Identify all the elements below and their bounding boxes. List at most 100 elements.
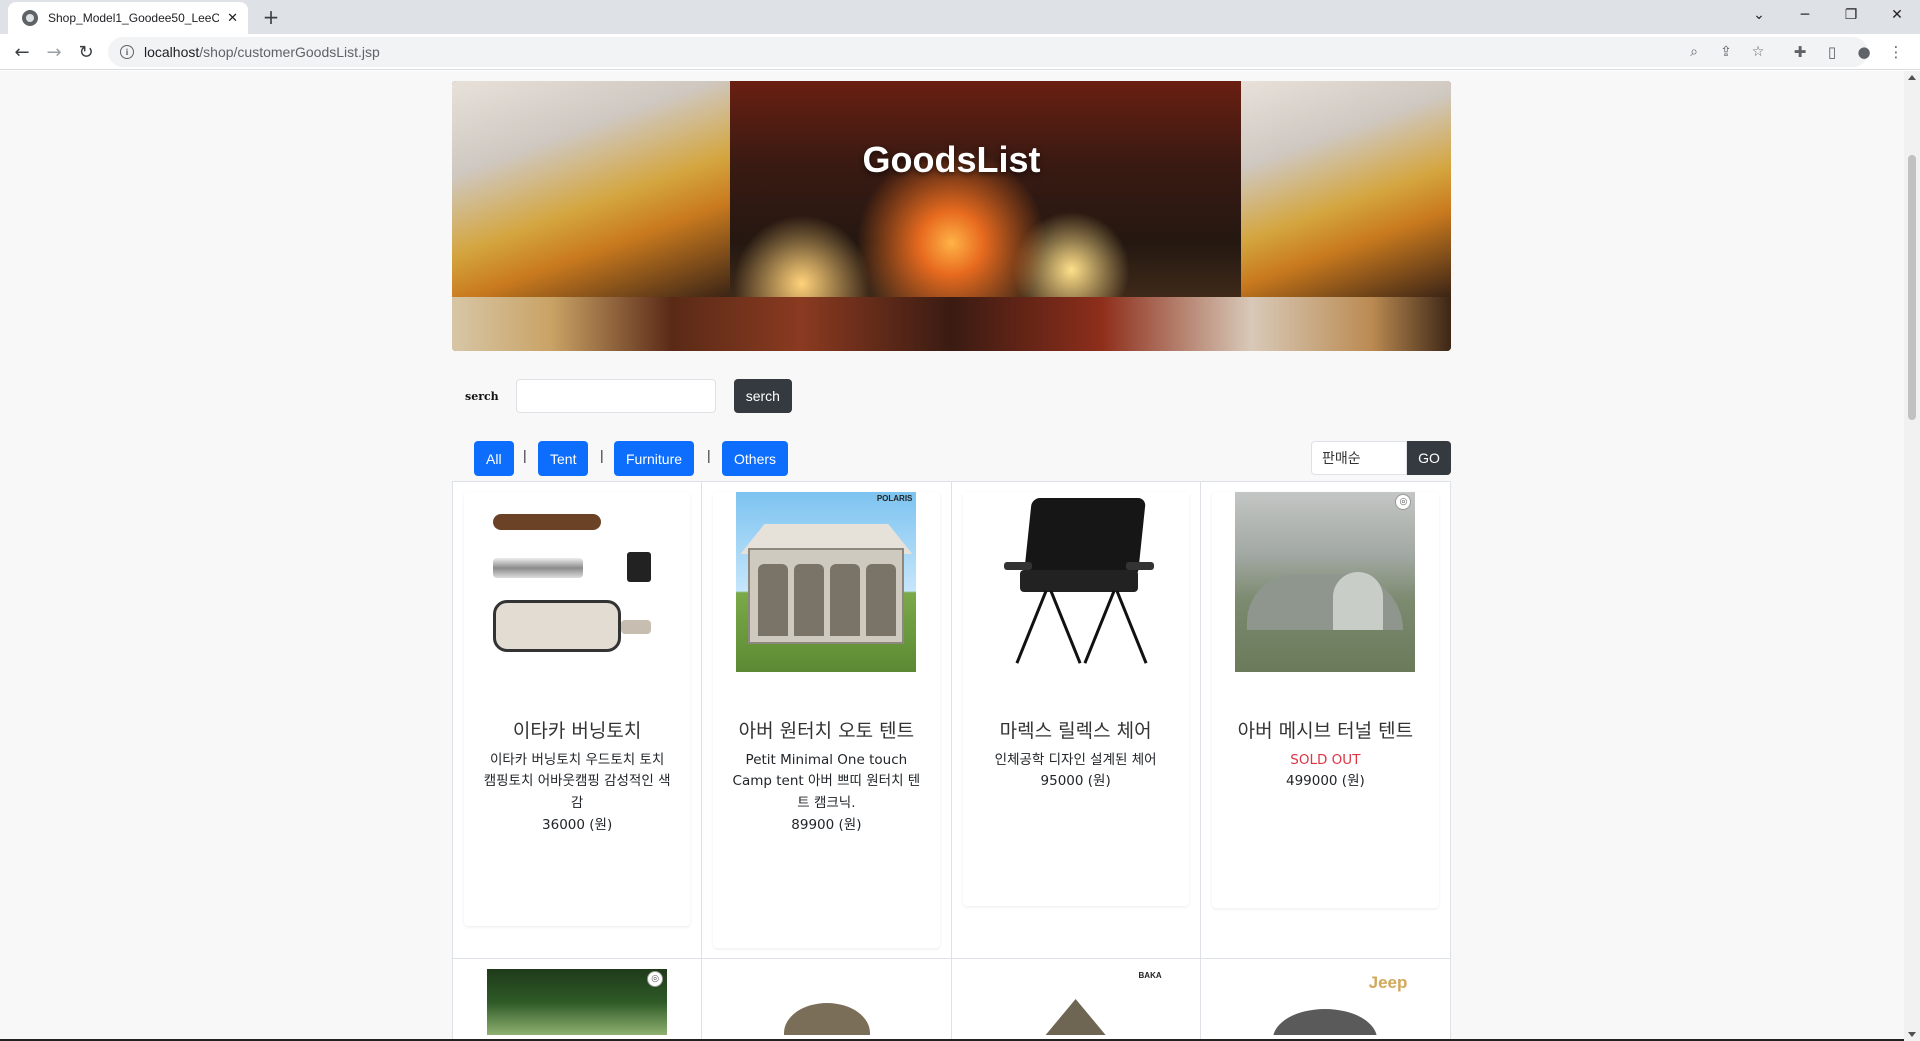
goods-description: 인체공학 디자인 설계된 체어 bbox=[994, 751, 1157, 768]
reload-icon[interactable]: ↻ bbox=[72, 38, 100, 66]
brand-logo: BAKA bbox=[1138, 971, 1162, 980]
page-title: GoodsList bbox=[862, 139, 1041, 180]
goods-price: 89900 (원) bbox=[791, 817, 862, 834]
category-separator: | bbox=[523, 447, 527, 463]
goods-description: Petit Minimal One touch Camp tent 아버 쁘띠 … bbox=[732, 751, 921, 812]
category-separator: | bbox=[707, 447, 711, 463]
new-tab-button[interactable]: + bbox=[258, 4, 284, 30]
goods-image[interactable]: ◎ bbox=[487, 969, 668, 1035]
soldout-label: SOLD OUT bbox=[1290, 751, 1361, 768]
tab-search-icon[interactable]: ⌄ bbox=[1736, 0, 1782, 30]
scroll-up-icon[interactable] bbox=[1908, 75, 1916, 80]
goods-price: 36000 (원) bbox=[542, 817, 613, 834]
share-icon[interactable]: ⇪ bbox=[1716, 42, 1736, 62]
goods-image[interactable] bbox=[487, 492, 667, 672]
scroll-down-icon[interactable] bbox=[1908, 1032, 1916, 1037]
side-panel-icon[interactable]: ▯ bbox=[1822, 42, 1842, 62]
minimize-icon[interactable]: ─ bbox=[1782, 0, 1828, 30]
goods-cell: POLARIS 아버 원터치 오토 텐트 Petit Minimal One t… bbox=[702, 482, 952, 958]
extensions-icon[interactable]: ✚ bbox=[1790, 42, 1810, 62]
search-input[interactable] bbox=[515, 379, 716, 413]
vertical-scrollbar[interactable] bbox=[1904, 71, 1920, 1041]
search-button[interactable]: serch bbox=[733, 379, 792, 413]
goods-image[interactable]: ◎ bbox=[1235, 492, 1416, 672]
goods-grid: 이타카 버닝토치 이타카 버닝토치 우드토치 토치 캠핑토치 어바웃캠핑 감성적… bbox=[452, 481, 1451, 1041]
sort-form: 판매순 GO bbox=[1311, 441, 1451, 475]
goods-name[interactable]: 아버 메시브 터널 텐트 bbox=[1220, 720, 1431, 744]
page-container: GoodsList serch serch All | Tent | Furni… bbox=[452, 81, 1451, 1041]
search-label: serch bbox=[465, 389, 499, 403]
forward-icon[interactable]: → bbox=[40, 38, 68, 66]
goods-image[interactable]: BAKA bbox=[986, 969, 1166, 1035]
tent-window-shape bbox=[758, 564, 789, 636]
torch-head-shape bbox=[627, 552, 652, 582]
restore-icon[interactable]: ❐ bbox=[1828, 0, 1874, 30]
site-info-icon[interactable]: i bbox=[120, 45, 134, 59]
goods-row: 이타카 버닝토치 이타카 버닝토치 우드토치 토치 캠핑토치 어바웃캠핑 감성적… bbox=[453, 482, 1450, 959]
chair-arm-shape bbox=[1003, 562, 1032, 570]
chair-leg-shape bbox=[1015, 590, 1048, 664]
torch-case-shape bbox=[493, 600, 622, 652]
banner-tent-left bbox=[452, 81, 730, 297]
address-bar[interactable]: i localhost/shop/customerGoodsList.jsp ⌕… bbox=[108, 37, 1868, 67]
goods-name[interactable]: 이타카 버닝토치 bbox=[472, 720, 682, 744]
category-all-button[interactable]: All bbox=[474, 441, 514, 476]
category-separator: | bbox=[600, 447, 604, 463]
brand-logo: POLARIS bbox=[876, 494, 913, 503]
torch-strap-shape bbox=[621, 620, 652, 634]
goods-name[interactable]: 마렉스 릴렉스 체어 bbox=[971, 720, 1181, 744]
goods-row: ◎ BAKA Jeep bbox=[453, 959, 1450, 1041]
goods-card[interactable]: 마렉스 릴렉스 체어 인체공학 디자인 설계된 체어 95000 (원) bbox=[962, 492, 1189, 906]
search-form: serch serch bbox=[452, 379, 792, 413]
chair-seat-shape bbox=[1019, 570, 1138, 592]
zoom-icon[interactable]: ⌕ bbox=[1684, 42, 1704, 62]
goods-cell: 이타카 버닝토치 이타카 버닝토치 우드토치 토치 캠핑토치 어바웃캠핑 감성적… bbox=[453, 482, 703, 958]
banner-strip bbox=[452, 297, 1451, 351]
tent-window-shape bbox=[866, 564, 897, 636]
scrollbar-thumb[interactable] bbox=[1908, 155, 1916, 420]
category-tent-button[interactable]: Tent bbox=[538, 441, 589, 476]
goods-cell: ◎ 아버 메시브 터널 텐트 SOLD OUT 499000 (원) bbox=[1201, 482, 1450, 958]
torch-barrel-shape bbox=[493, 558, 584, 578]
dome-tent-shape bbox=[784, 1003, 871, 1035]
torch-handle-shape bbox=[493, 514, 602, 530]
goods-image[interactable] bbox=[986, 492, 1166, 672]
brand-badge-icon: ◎ bbox=[647, 971, 664, 987]
sort-select[interactable]: 판매순 bbox=[1311, 441, 1407, 475]
tunnel-tent-highlight bbox=[1333, 572, 1384, 630]
back-icon[interactable]: ← bbox=[8, 38, 36, 66]
tab-title: Shop_Model1_Goodee50_LeeCh bbox=[48, 11, 220, 25]
goods-cell bbox=[702, 959, 952, 1041]
pyramid-tent-shape bbox=[1025, 999, 1126, 1035]
goods-image[interactable]: POLARIS bbox=[736, 492, 917, 672]
goods-card[interactable]: POLARIS 아버 원터치 오토 텐트 Petit Minimal One t… bbox=[713, 492, 940, 948]
tent-window-shape bbox=[830, 564, 861, 636]
browser-toolbar: ← → ↻ i localhost/shop/customerGoodsList… bbox=[0, 34, 1920, 70]
sort-go-button[interactable]: GO bbox=[1407, 441, 1451, 475]
goods-card[interactable]: 이타카 버닝토치 이타카 버닝토치 우드토치 토치 캠핑토치 어바웃캠핑 감성적… bbox=[464, 492, 691, 926]
goods-cell: Jeep bbox=[1201, 959, 1450, 1041]
category-furniture-button[interactable]: Furniture bbox=[614, 441, 695, 476]
goods-image[interactable] bbox=[736, 969, 916, 1035]
menu-icon[interactable]: ⋮ bbox=[1886, 42, 1906, 62]
goods-price: 95000 (원) bbox=[1040, 773, 1111, 790]
browser-tab[interactable]: Shop_Model1_Goodee50_LeeCh ✕ bbox=[8, 2, 248, 34]
profile-icon[interactable]: ● bbox=[1854, 42, 1874, 62]
chair-leg-shape bbox=[1083, 590, 1116, 664]
bookmark-star-icon[interactable]: ☆ bbox=[1748, 42, 1768, 62]
goods-cell: 마렉스 릴렉스 체어 인체공학 디자인 설계된 체어 95000 (원) bbox=[952, 482, 1201, 958]
category-others-button[interactable]: Others bbox=[722, 441, 789, 476]
goods-image[interactable]: Jeep bbox=[1235, 969, 1415, 1035]
window-close-icon[interactable]: ✕ bbox=[1874, 0, 1920, 30]
goods-description: 이타카 버닝토치 우드토치 토치 캠핑토치 어바웃캠핑 감성적인 색감 bbox=[483, 751, 671, 812]
goods-price: 499000 (원) bbox=[1285, 773, 1365, 790]
chair-leg-shape bbox=[1049, 590, 1082, 664]
goods-cell: BAKA bbox=[952, 959, 1201, 1041]
tab-close-icon[interactable]: ✕ bbox=[227, 12, 238, 25]
goods-name[interactable]: 아버 원터치 오토 텐트 bbox=[721, 720, 931, 744]
globe-icon bbox=[22, 10, 38, 26]
goods-card[interactable]: ◎ 아버 메시브 터널 텐트 SOLD OUT 499000 (원) bbox=[1211, 492, 1439, 908]
banner-image: GoodsList bbox=[452, 81, 1451, 351]
chair-leg-shape bbox=[1115, 590, 1148, 664]
dome-tent-shape bbox=[1273, 1009, 1378, 1035]
